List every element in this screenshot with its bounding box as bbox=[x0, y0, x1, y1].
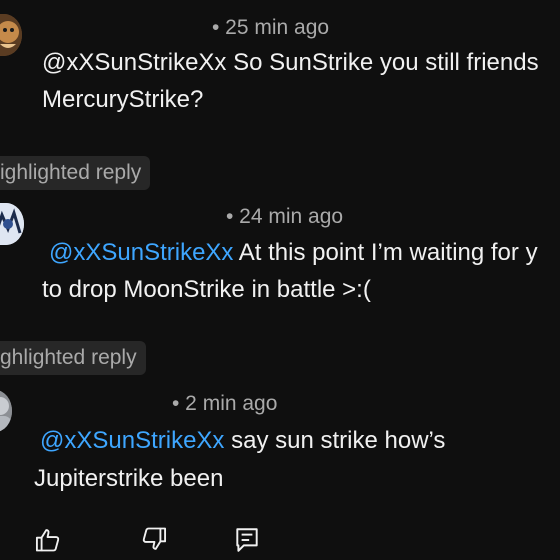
reply-line: say sun strike how’s bbox=[224, 427, 446, 454]
avatar[interactable] bbox=[0, 390, 12, 432]
reply-text-continued: MercuryStrike? bbox=[42, 86, 204, 113]
comment-icon bbox=[236, 528, 258, 552]
reply-text: @xXSunStrikeXx At this point I’m waiting… bbox=[49, 235, 538, 271]
user-mention-link[interactable]: @xXSunStrikeXx bbox=[49, 239, 233, 266]
avatar-image bbox=[0, 203, 24, 245]
reply-text-continued: Jupiterstrike been bbox=[34, 465, 224, 492]
reply-line: So SunStrike you still friends bbox=[226, 49, 539, 76]
avatar[interactable] bbox=[0, 14, 22, 56]
reply-timestamp: • 2 min ago bbox=[172, 392, 278, 415]
avatar-image bbox=[0, 390, 12, 432]
avatar[interactable] bbox=[0, 203, 24, 245]
avatar-image bbox=[0, 14, 22, 56]
thumbs-up-icon bbox=[35, 529, 60, 552]
reply-text: @xXSunStrikeXx So SunStrike you still fr… bbox=[42, 45, 539, 81]
reply-timestamp: • 25 min ago bbox=[212, 16, 330, 39]
reply-timestamp: • 24 min ago bbox=[226, 205, 344, 228]
user-mention-link[interactable]: @xXSunStrikeXx bbox=[42, 49, 226, 76]
highlighted-reply-badge: ighlighted reply bbox=[0, 156, 151, 190]
user-mention-link[interactable]: @xXSunStrikeXx bbox=[40, 427, 224, 454]
reply-text-continued: to drop MoonStrike in battle >:( bbox=[42, 276, 371, 303]
reply-button[interactable] bbox=[231, 524, 263, 556]
reply-text: @xXSunStrikeXx say sun strike how’s bbox=[40, 423, 445, 459]
comment-thread: • 25 min ago @xXSunStrikeXx So SunStrike… bbox=[0, 0, 560, 560]
highlighted-reply-badge: ghlighted reply bbox=[0, 341, 146, 375]
dislike-button[interactable] bbox=[138, 523, 170, 555]
like-button[interactable] bbox=[32, 524, 64, 556]
reply-line: At this point I’m waiting for y bbox=[233, 239, 538, 266]
thumbs-down-icon bbox=[142, 527, 167, 550]
